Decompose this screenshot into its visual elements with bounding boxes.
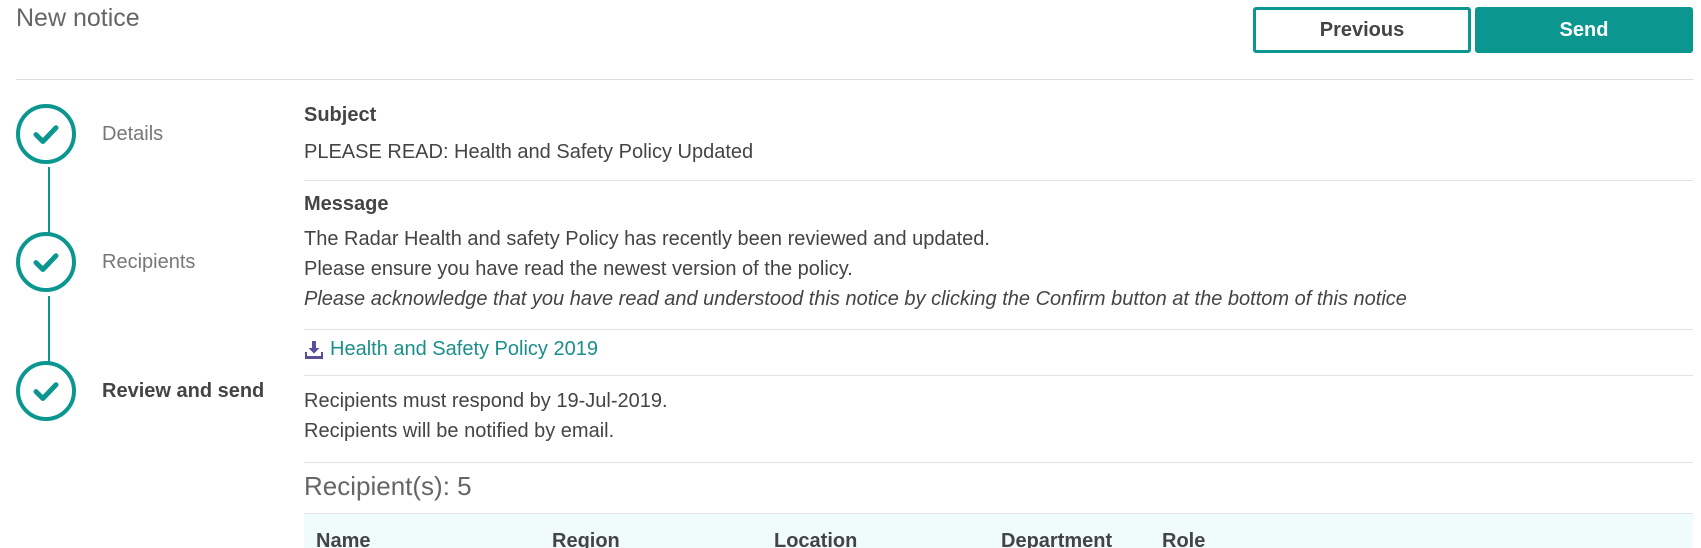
review-panel: Subject PLEASE READ: Health and Safety P… xyxy=(304,80,1693,501)
column-header-region[interactable]: Region xyxy=(552,530,620,548)
step-label-details: Details xyxy=(102,123,164,145)
message-line: Please ensure you have read the newest v… xyxy=(304,258,853,280)
download-icon xyxy=(305,340,323,359)
respond-by-text: Recipients must respond by 19-Jul-2019. xyxy=(304,390,668,412)
recipient-count: Recipient(s): 5 xyxy=(304,471,472,501)
message-line: The Radar Health and safety Policy has r… xyxy=(304,228,990,250)
column-header-department[interactable]: Department xyxy=(1001,530,1112,548)
subject-value: PLEASE READ: Health and Safety Policy Up… xyxy=(304,141,754,163)
column-header-location[interactable]: Location xyxy=(774,530,857,548)
column-header-name[interactable]: Name xyxy=(316,530,370,548)
response-info-section: Recipients must respond by 19-Jul-2019. … xyxy=(304,375,1693,462)
recipients-table-header: Name Region Location Department Role xyxy=(304,513,1693,548)
new-notice-page: New notice Previous Send Details Recipie… xyxy=(0,0,1701,548)
step-label-review: Review and send xyxy=(102,380,265,402)
checkmark-icon xyxy=(33,382,59,401)
notify-text: Recipients will be notified by email. xyxy=(304,420,615,442)
message-line: Please acknowledge that you have read an… xyxy=(304,288,1407,310)
response-info: Recipients must respond by 19-Jul-2019. … xyxy=(304,386,668,446)
attachment-section: Health and Safety Policy 2019 xyxy=(304,329,1693,375)
checkmark-icon xyxy=(33,125,59,144)
attachment-label: Health and Safety Policy 2019 xyxy=(330,338,598,360)
step-label-recipients: Recipients xyxy=(102,251,196,273)
message-label: Message xyxy=(304,193,389,215)
step-connector xyxy=(48,296,50,362)
step-connector xyxy=(48,167,50,233)
send-button[interactable]: Send xyxy=(1475,7,1693,53)
previous-button[interactable]: Previous xyxy=(1253,7,1471,53)
step-complete-icon xyxy=(16,104,76,164)
subject-label: Subject xyxy=(304,104,377,126)
column-header-role[interactable]: Role xyxy=(1162,530,1205,548)
subject-section: Subject PLEASE READ: Health and Safety P… xyxy=(304,80,1693,180)
page-title: New notice xyxy=(16,4,140,32)
message-section: Message The Radar Health and safety Poli… xyxy=(304,180,1693,329)
attachment-link[interactable]: Health and Safety Policy 2019 xyxy=(304,338,598,361)
checkmark-icon xyxy=(33,253,59,272)
step-complete-icon xyxy=(16,232,76,292)
step-current-icon xyxy=(16,361,76,421)
message-body: The Radar Health and safety Policy has r… xyxy=(304,224,1407,314)
